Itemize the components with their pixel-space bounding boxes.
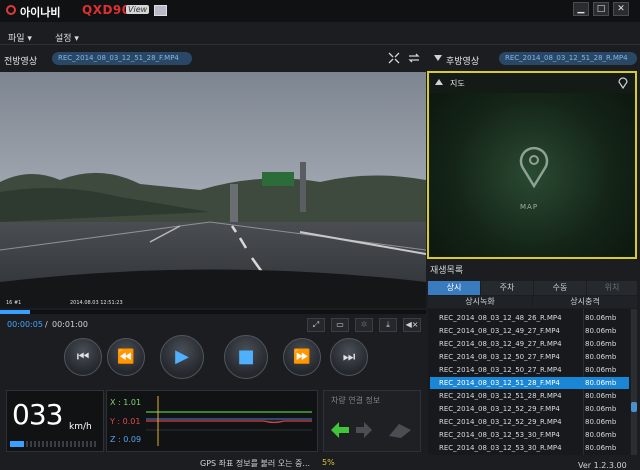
tab-manual[interactable]: 수동 bbox=[534, 281, 586, 295]
g-sensor-graph bbox=[146, 396, 312, 446]
rear-file-name: REC_2014_08_03_12_51_28_R.MP4 bbox=[499, 52, 637, 65]
time-separator: / bbox=[45, 320, 48, 329]
rewind-button[interactable]: ⏪ bbox=[107, 338, 145, 376]
window-button[interactable]: ▭ bbox=[331, 318, 349, 332]
collapse-arrow-icon[interactable] bbox=[434, 55, 442, 61]
skip-start-button[interactable]: ⏮ bbox=[64, 338, 102, 376]
menu-settings[interactable]: 설정 ▾ bbox=[55, 31, 79, 44]
column-always-impact[interactable]: 상시충격 bbox=[533, 296, 637, 308]
maximize-button[interactable]: □ bbox=[593, 2, 609, 16]
map-title: 지도 bbox=[450, 79, 465, 88]
video-overlay-timestamp: 2014.08.03 12:51:23 bbox=[70, 300, 123, 306]
scrollbar-thumb[interactable] bbox=[631, 402, 637, 412]
video-overlay-left: 16 #1 bbox=[6, 300, 21, 306]
time-total: 00:01:00 bbox=[52, 320, 88, 329]
progress-fill bbox=[0, 310, 30, 314]
menu-bar bbox=[0, 24, 640, 44]
front-video-frame[interactable]: 16 #1 2014.08.03 12:51:23 bbox=[0, 72, 426, 308]
tab-parking[interactable]: 주차 bbox=[481, 281, 533, 295]
play-button[interactable]: ▶ bbox=[160, 335, 204, 379]
mute-button[interactable]: ◀× bbox=[403, 318, 421, 332]
list-item[interactable]: REC_2014_08_03_12_49_27_F.MP4 80.06mb bbox=[430, 325, 629, 337]
list-item[interactable]: REC_2014_08_03_12_53_30_F.MP4 80.06mb bbox=[430, 429, 629, 441]
fullscreen-icon[interactable] bbox=[388, 52, 400, 64]
left-turn-icon bbox=[331, 422, 349, 438]
settings-button[interactable]: ✲ bbox=[355, 318, 373, 332]
swap-icon[interactable] bbox=[408, 52, 420, 64]
minimize-button[interactable]: ▁ bbox=[573, 2, 589, 16]
progress-track[interactable] bbox=[0, 310, 426, 314]
location-pin-icon[interactable] bbox=[618, 76, 628, 89]
g-sensor-y: Y : 0.01 bbox=[110, 417, 141, 426]
list-item[interactable]: REC_2014_08_03_12_48_26_R.MP4 80.06mb bbox=[430, 312, 629, 324]
vehicle-info-title: 차량 연결 정보 bbox=[331, 396, 381, 405]
list-item[interactable]: REC_2014_08_03_12_53_30_R.MP4 80.06mb bbox=[430, 442, 629, 454]
front-file-name: REC_2014_08_03_12_51_28_F.MP4 bbox=[52, 52, 192, 65]
list-item[interactable]: REC_2014_08_03_12_52_29_R.MP4 80.06mb bbox=[430, 416, 629, 428]
menu-file[interactable]: 파일 ▾ bbox=[8, 31, 32, 44]
skip-end-button[interactable]: ⏭ bbox=[330, 338, 368, 376]
playlist-title: 재생목록 bbox=[430, 266, 464, 276]
brake-icon bbox=[389, 424, 411, 438]
stop-button[interactable]: ■ bbox=[224, 335, 268, 379]
status-percent: 5% bbox=[322, 458, 335, 467]
right-turn-icon bbox=[356, 422, 372, 438]
list-item[interactable]: REC_2014_08_03_12_50_27_F.MP4 80.06mb bbox=[430, 351, 629, 363]
g-sensor-z: Z : 0.09 bbox=[110, 435, 142, 444]
model-badge: View bbox=[126, 5, 150, 14]
list-item[interactable]: REC_2014_08_03_12_51_28_R.MP4 80.06mb bbox=[430, 390, 629, 402]
close-button[interactable]: ✕ bbox=[613, 2, 629, 16]
g-sensor-x: X : 1.01 bbox=[110, 398, 142, 407]
speed-unit: km/h bbox=[69, 422, 92, 432]
divider bbox=[0, 44, 640, 45]
version-label: Ver 1.2.3.00 bbox=[578, 461, 627, 470]
download-button[interactable]: ⤓ bbox=[379, 318, 397, 332]
list-item[interactable]: REC_2014_08_03_12_50_27_R.MP4 80.06mb bbox=[430, 364, 629, 376]
column-always-recording[interactable]: 상시녹화 bbox=[428, 296, 532, 308]
capture-button[interactable]: ⤢ bbox=[307, 318, 325, 332]
list-item-selected[interactable]: REC_2014_08_03_12_51_28_F.MP4 80.06mb bbox=[430, 377, 629, 389]
tab-always[interactable]: 상시 bbox=[428, 281, 480, 295]
map-label: MAP bbox=[520, 203, 539, 211]
playlist-scrollbar[interactable] bbox=[631, 309, 637, 455]
time-current: 00:00:05 bbox=[7, 320, 43, 329]
list-item[interactable]: REC_2014_08_03_12_49_27_R.MP4 80.06mb bbox=[430, 338, 629, 350]
brand-name: 아이나비 bbox=[20, 6, 61, 19]
speed-value: 033 bbox=[12, 398, 63, 431]
status-message: GPS 좌표 정보를 불러 오는 중... bbox=[200, 459, 311, 468]
brand-logo-icon bbox=[6, 5, 16, 15]
front-video-title: 전방영상 bbox=[4, 57, 38, 67]
list-item[interactable]: REC_2014_08_03_12_52_29_F.MP4 80.06mb bbox=[430, 403, 629, 415]
fast-forward-button[interactable]: ⏩ bbox=[283, 338, 321, 376]
map-pin-icon bbox=[519, 146, 549, 188]
rear-video-title: 후방영상 bbox=[446, 57, 480, 67]
tab-location[interactable]: 위치 bbox=[587, 281, 637, 295]
map-collapse-icon[interactable] bbox=[435, 79, 443, 85]
viewer-icon bbox=[154, 5, 167, 16]
speed-meter-fill bbox=[10, 441, 24, 447]
